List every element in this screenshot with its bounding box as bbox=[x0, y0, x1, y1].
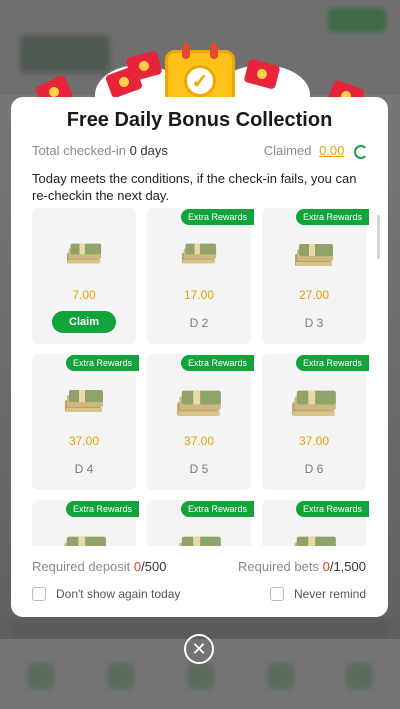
reward-card[interactable]: Extra Rewards 37.00 D 4 bbox=[32, 354, 139, 490]
money-stack-icon bbox=[65, 240, 103, 272]
reward-card[interactable]: Extra Rewards bbox=[262, 500, 369, 546]
extra-rewards-badge: Extra Rewards bbox=[180, 501, 254, 517]
requirements-row: Required deposit 0/500 Required bets 0/1… bbox=[32, 559, 366, 574]
claim-button[interactable]: Claim bbox=[52, 311, 116, 333]
day-label: D 3 bbox=[304, 316, 324, 330]
total-checked-in: Total checked-in 0 days bbox=[32, 143, 168, 159]
money-stack-icon bbox=[175, 532, 223, 546]
reward-grid: 7.00 Claim Extra Rewards 17.00 D 2 Extra Rew… bbox=[32, 208, 377, 546]
money-stack-icon bbox=[290, 386, 338, 426]
reward-amount: 37.00 bbox=[298, 434, 330, 448]
extra-rewards-badge: Extra Rewards bbox=[180, 209, 254, 225]
money-stack-icon bbox=[63, 386, 105, 421]
checkbox-box[interactable] bbox=[32, 587, 46, 601]
day-label: D 2 bbox=[189, 316, 209, 330]
dont-show-again-checkbox[interactable]: Don't show again today bbox=[32, 587, 180, 601]
reward-amount: 37.00 bbox=[183, 434, 215, 448]
money-stack-icon bbox=[293, 240, 335, 275]
daily-bonus-modal: Free Daily Bonus Collection Total checke… bbox=[11, 97, 388, 617]
claimed-amount: Claimed 0.00 bbox=[264, 143, 368, 159]
extra-rewards-badge: Extra Rewards bbox=[295, 355, 369, 371]
day-label: D 5 bbox=[189, 462, 209, 476]
money-stack-icon bbox=[60, 532, 108, 546]
stats-row: Total checked-in 0 days Claimed 0.00 bbox=[32, 143, 368, 159]
refresh-icon[interactable] bbox=[354, 144, 368, 159]
extra-rewards-badge: Extra Rewards bbox=[65, 501, 139, 517]
required-bets: Required bets 0/1,500 bbox=[238, 559, 366, 574]
reward-card[interactable]: 7.00 Claim bbox=[32, 208, 136, 344]
check-in-description: Today meets the conditions, if the check… bbox=[32, 171, 357, 203]
reward-card[interactable]: Extra Rewards bbox=[147, 500, 254, 546]
reward-amount: 37.00 bbox=[68, 434, 100, 448]
dont-show-label: Don't show again today bbox=[56, 587, 181, 601]
reward-amount: 27.00 bbox=[298, 288, 330, 302]
checkbox-box[interactable] bbox=[269, 587, 284, 601]
header-button bbox=[328, 8, 386, 32]
claimed-value: 0.00 bbox=[319, 143, 345, 158]
reward-card[interactable]: Extra Rewards 17.00 D 2 bbox=[147, 208, 254, 344]
reward-amount: 7.00 bbox=[72, 288, 96, 302]
scrollbar[interactable] bbox=[377, 215, 380, 259]
money-stack-icon bbox=[180, 240, 218, 272]
reward-card[interactable]: Extra Rewards 37.00 D 5 bbox=[147, 354, 254, 490]
never-remind-label: Never remind bbox=[293, 587, 366, 601]
day-label: D 4 bbox=[74, 462, 94, 476]
reward-card[interactable]: Extra Rewards bbox=[32, 500, 139, 546]
extra-rewards-badge: Extra Rewards bbox=[65, 355, 139, 371]
options-row: Don't show again today Never remind bbox=[32, 587, 366, 601]
close-icon[interactable]: ✕ bbox=[184, 634, 214, 664]
extra-rewards-badge: Extra Rewards bbox=[295, 209, 369, 225]
modal-title: Free Daily Bonus Collection bbox=[66, 109, 333, 131]
never-remind-checkbox[interactable]: Never remind bbox=[269, 587, 366, 601]
reward-amount: 17.00 bbox=[183, 288, 215, 302]
reward-card[interactable]: Extra Rewards 27.00 D 3 bbox=[262, 208, 369, 344]
reward-card[interactable]: Extra Rewards 37.00 D 6 bbox=[262, 354, 369, 490]
money-stack-icon bbox=[290, 532, 338, 546]
extra-rewards-badge: Extra Rewards bbox=[180, 355, 254, 371]
reward-grid-scroll[interactable]: 7.00 Claim Extra Rewards 17.00 D 2 Extra Rew… bbox=[32, 208, 377, 546]
day-label: D 6 bbox=[304, 462, 324, 476]
total-checked-value: 0 days bbox=[129, 143, 168, 159]
money-stack-icon bbox=[175, 386, 223, 426]
extra-rewards-badge: Extra Rewards bbox=[295, 501, 369, 517]
required-deposit: Required deposit 0/500 bbox=[32, 559, 167, 574]
